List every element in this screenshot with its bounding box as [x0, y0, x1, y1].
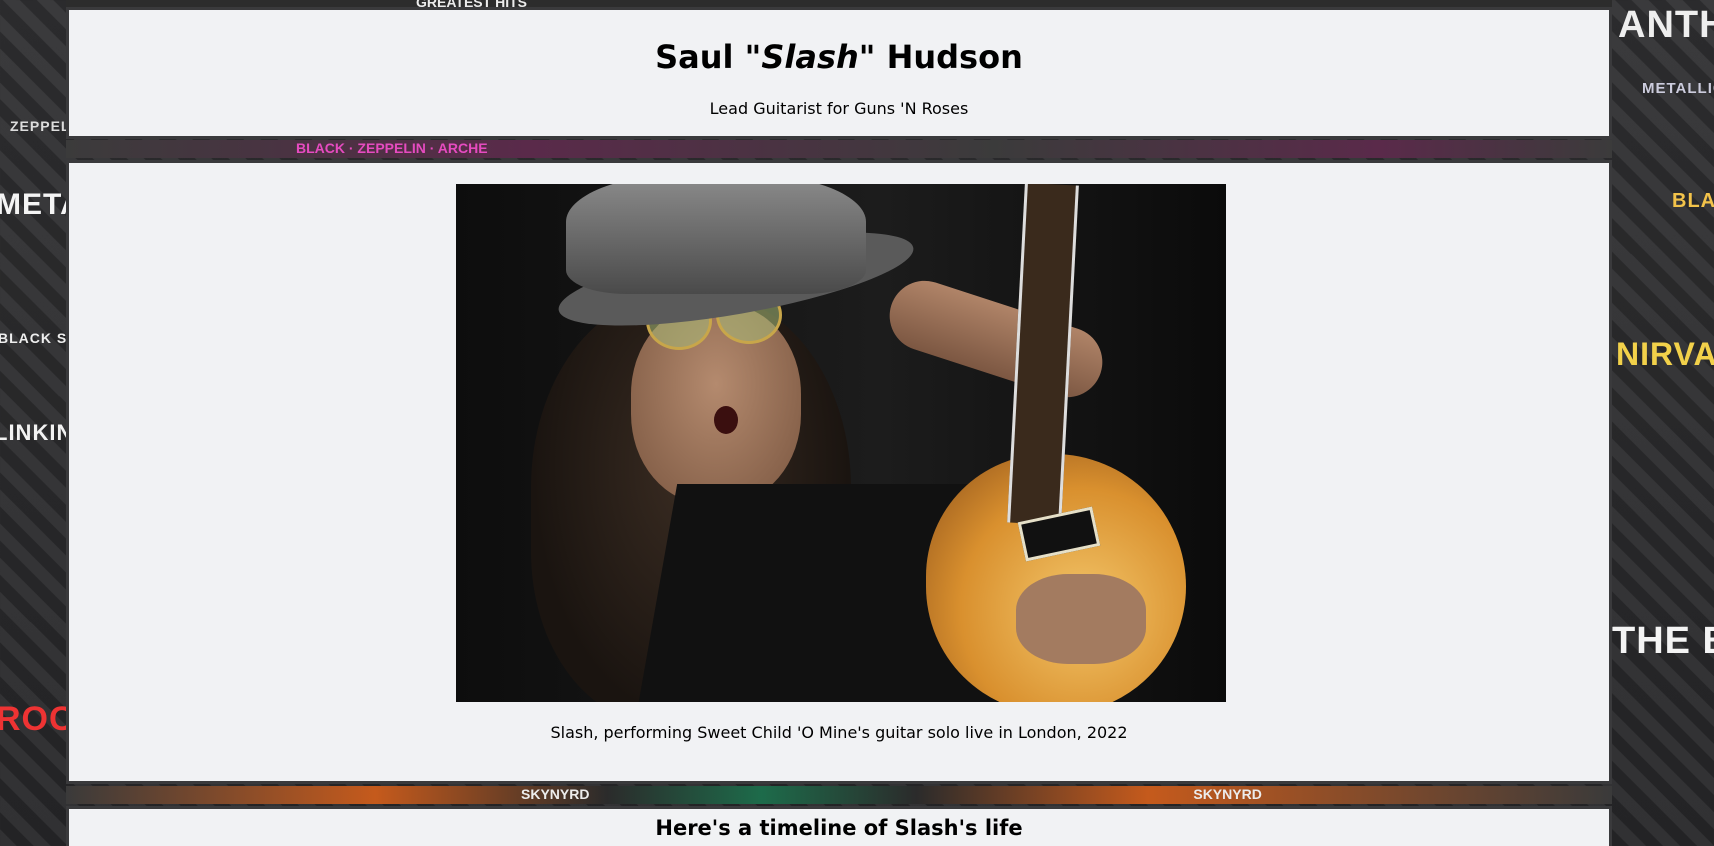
- collage-label: METAL: [0, 188, 66, 221]
- page-subtitle: Lead Guitarist for Guns 'N Roses: [709, 99, 969, 118]
- collage-label: LINKIN PARK: [0, 420, 66, 445]
- photo-card: Slash, performing Sweet Child 'O Mine's …: [66, 160, 1612, 784]
- collage-label: THE BEATLES: [1612, 620, 1714, 662]
- timeline-heading: Here's a timeline of Slash's life: [655, 816, 1023, 840]
- page-title: Saul "Slash" Hudson: [69, 38, 1609, 76]
- slash-photo: [456, 184, 1226, 702]
- strip-label: SKYNYRD: [521, 786, 590, 802]
- strip-label: BLACK · ZEPPELIN · ARCHE: [296, 140, 488, 156]
- collage-label: ROCK: [0, 700, 66, 738]
- strip-label: SKYNYRD: [1193, 786, 1262, 802]
- title-nickname: "Slash": [744, 38, 876, 76]
- collage-label: METALLICA: [1642, 80, 1714, 97]
- title-first-name: Saul: [655, 38, 734, 76]
- collage-label: NIRVANA: [1616, 336, 1714, 372]
- background-strip-lower: SKYNYRD SKYNYRD: [66, 786, 1612, 804]
- header-card: Saul "Slash" Hudson Lead Guitarist for G…: [66, 7, 1612, 139]
- background-collage-right: ANTHRAX METALLICA BLACK SABBATH NIRVANA …: [1612, 0, 1714, 846]
- photo-caption: Slash, performing Sweet Child 'O Mine's …: [550, 723, 1128, 742]
- collage-label: BLACK SABBATH: [0, 330, 66, 346]
- collage-label: BLACK SABBATH: [1672, 190, 1714, 212]
- title-last-name: Hudson: [886, 38, 1023, 76]
- collage-label: ANTHRAX: [1618, 4, 1714, 46]
- background-strip-middle: BLACK · ZEPPELIN · ARCHE: [66, 140, 1612, 158]
- collage-label: ZEPPELIN: [10, 118, 66, 134]
- background-collage-left: METAL ZEPPELIN BLACK SABBATH LINKIN PARK…: [0, 0, 66, 846]
- timeline-card: Here's a timeline of Slash's life: [66, 806, 1612, 846]
